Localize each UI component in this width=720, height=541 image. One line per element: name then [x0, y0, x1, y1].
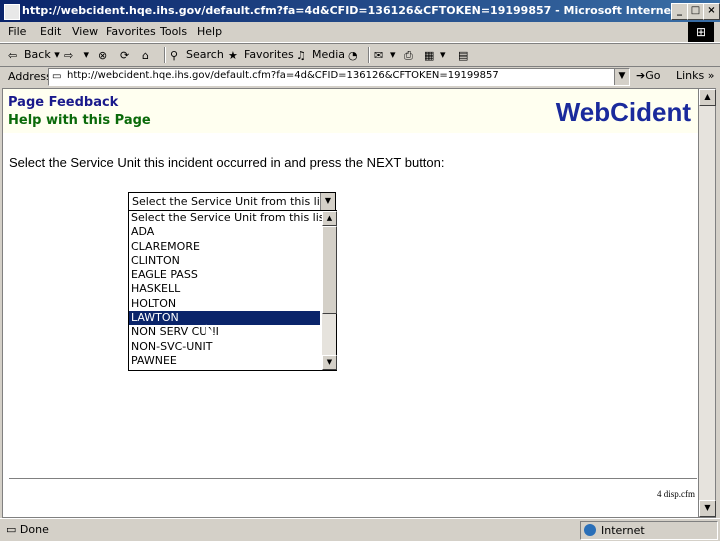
- refresh-icon: ⟳: [120, 49, 130, 62]
- forward-arrow-icon: ⇨: [64, 49, 74, 62]
- favorites-icon: ★: [228, 49, 238, 62]
- option-holton[interactable]: HOLTON: [129, 297, 320, 311]
- history-button[interactable]: ◔: [348, 47, 364, 63]
- address-field[interactable]: ▭ http://webcident.hqe.ihs.gov/default.c…: [48, 68, 630, 86]
- select-value: Select the Service Unit from this list: [132, 195, 330, 208]
- scroll-down-icon[interactable]: ▼: [322, 355, 337, 370]
- option-lawton[interactable]: LAWTON: [129, 311, 320, 326]
- option-non-svc-unit[interactable]: NON-SVC-UNIT: [129, 340, 320, 354]
- edit-button[interactable]: ▦ ▾: [424, 47, 446, 63]
- back-button[interactable]: ⇦ Back ▾: [8, 47, 60, 63]
- windows-logo-icon: ⊞: [688, 22, 714, 42]
- address-url: http://webcident.hqe.ihs.gov/default.cfm…: [67, 70, 499, 81]
- page-scrollbar[interactable]: ▲ ▼: [698, 88, 716, 518]
- media-icon: ♫: [296, 49, 306, 62]
- options-scrollbar[interactable]: ▲ ▼: [322, 211, 337, 370]
- toolbar-separator: [368, 47, 370, 63]
- option-haskell[interactable]: HASKELL: [129, 282, 320, 296]
- title-bar: http://webcident.hqe.ihs.gov/default.cfm…: [0, 0, 720, 22]
- back-arrow-icon: ⇦: [8, 49, 18, 62]
- instruction-text: Select the Service Unit this incident oc…: [9, 155, 445, 170]
- media-label: Media: [312, 48, 346, 61]
- stop-icon: ⊗: [98, 49, 108, 62]
- links-label: Links: [676, 69, 705, 82]
- footer-text: 4 disp.cfm: [657, 489, 695, 499]
- chevron-down-icon[interactable]: ▼: [320, 193, 335, 210]
- status-done-label: Done: [19, 523, 49, 536]
- page-done-icon: ▭: [6, 523, 17, 536]
- maximize-button[interactable]: □: [687, 3, 704, 20]
- search-label: Search: [186, 48, 224, 61]
- service-unit-select[interactable]: Select the Service Unit from this list ▼: [128, 192, 336, 211]
- edit-page-icon: ▦: [424, 49, 435, 62]
- address-dropdown-button[interactable]: ▼: [614, 69, 629, 85]
- stop-button[interactable]: ⊗: [98, 47, 114, 63]
- option-ada[interactable]: ADA: [129, 225, 320, 239]
- help-link[interactable]: Help with this Page: [8, 113, 151, 128]
- address-label: Address: [8, 70, 52, 83]
- window-title: http://webcident.hqe.ihs.gov/default.cfm…: [22, 4, 720, 17]
- footer-divider: [9, 478, 697, 479]
- option-pawnee[interactable]: PAWNEE: [129, 354, 320, 368]
- zone-label: Internet: [601, 524, 645, 537]
- option-eagle-pass[interactable]: EAGLE PASS: [129, 268, 320, 282]
- print-button[interactable]: ⎙: [404, 47, 420, 63]
- brand-logo: WebCident: [555, 97, 691, 127]
- search-icon: ⚲: [170, 49, 179, 62]
- mail-icon: ✉: [374, 49, 384, 62]
- history-icon: ◔: [348, 49, 358, 62]
- menu-favorites[interactable]: Favorites: [106, 25, 156, 38]
- option-claremore[interactable]: CLAREMORE: [129, 240, 320, 254]
- page-scroll-down-icon[interactable]: ▼: [699, 500, 716, 517]
- menu-tools[interactable]: Tools: [160, 25, 187, 38]
- menu-edit[interactable]: Edit: [40, 25, 61, 38]
- media-button[interactable]: ♫ Media: [296, 47, 345, 63]
- discuss-button[interactable]: ▤: [458, 47, 474, 63]
- standard-toolbar: ⇦ Back ▾ ⇨ ▾ ⊗ ⟳ ⌂ ⚲ Search ★ Favorites ♫ Me…: [0, 43, 720, 67]
- back-label: Back: [24, 48, 51, 61]
- home-icon: ⌂: [142, 49, 149, 62]
- menu-view[interactable]: View: [72, 25, 98, 38]
- close-button[interactable]: ×: [703, 3, 720, 20]
- forward-button[interactable]: ⇨ ▾: [64, 47, 89, 63]
- refresh-button[interactable]: ⟳: [120, 47, 136, 63]
- mail-button[interactable]: ✉ ▾: [374, 47, 396, 63]
- menu-help[interactable]: Help: [197, 25, 222, 38]
- go-button[interactable]: ➔Go: [636, 69, 660, 82]
- page-banner: Page Feedback Help with this Page WebCid…: [3, 89, 699, 133]
- discuss-icon: ▤: [458, 49, 469, 62]
- status-text: ▭ Done: [6, 523, 49, 536]
- security-zone: Internet: [580, 521, 718, 540]
- option-clinton[interactable]: CLINTON: [129, 254, 320, 268]
- favorites-button[interactable]: ★ Favorites: [228, 47, 294, 63]
- minimize-button[interactable]: _: [671, 3, 688, 20]
- option-placeholder[interactable]: Select the Service Unit from this list: [129, 211, 329, 225]
- menu-file[interactable]: File: [8, 25, 26, 38]
- scroll-up-icon[interactable]: ▲: [322, 211, 337, 226]
- page-feedback-link[interactable]: Page Feedback: [8, 95, 118, 110]
- links-button[interactable]: Links »: [676, 69, 715, 82]
- options-scroll-thumb[interactable]: [322, 226, 337, 314]
- favorites-label: Favorites: [244, 48, 294, 61]
- page-icon: ▭: [52, 71, 62, 82]
- service-unit-options: Select the Service Unit from this list A…: [128, 210, 337, 371]
- status-bar: ▭ Done Internet: [0, 518, 720, 541]
- page-scroll-up-icon[interactable]: ▲: [699, 89, 716, 106]
- globe-icon: [584, 524, 596, 536]
- go-arrow-icon: ➔: [636, 69, 646, 82]
- go-label: Go: [645, 69, 661, 82]
- home-button[interactable]: ⌂: [142, 47, 158, 63]
- print-icon: ⎙: [404, 49, 413, 62]
- search-button[interactable]: ⚲ Search: [170, 47, 224, 63]
- address-bar: Address ▭ http://webcident.hqe.ihs.gov/d…: [0, 66, 720, 87]
- toolbar-separator: [164, 47, 166, 63]
- page-content: Page Feedback Help with this Page WebCid…: [2, 88, 700, 518]
- menu-bar: File Edit View Favorites Tools Help: [0, 22, 720, 43]
- ie-window-icon: [4, 4, 20, 20]
- option-non-serv-cuni[interactable]: NON SERV CUNI: [129, 325, 320, 339]
